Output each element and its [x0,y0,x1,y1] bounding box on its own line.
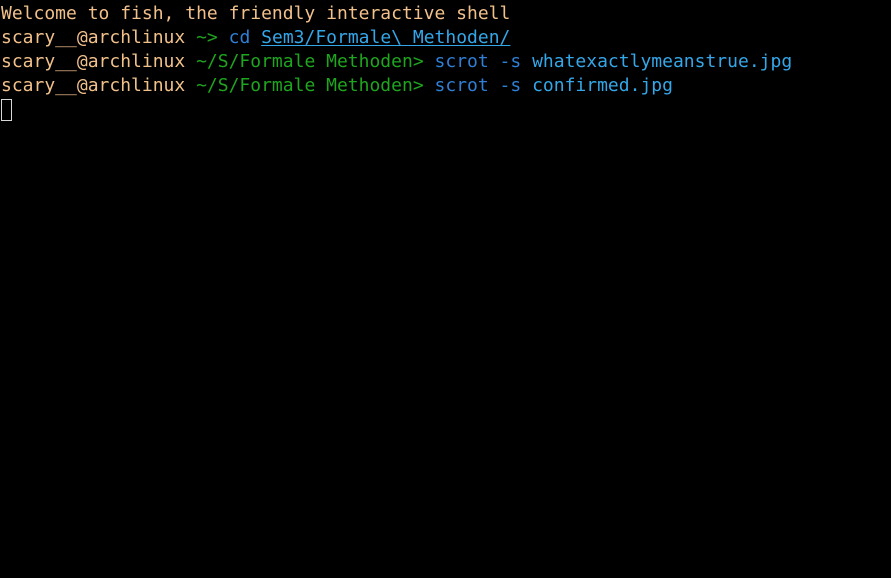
prompt-line: scary__@archlinux ~/S/Formale Methoden> … [0,74,891,98]
prompt-cwd: ~ [196,27,207,48]
prompt-user-host: scary__@archlinux [1,75,186,96]
prompt-line: scary__@archlinux ~> cd Sem3/Formale\ Me… [0,26,891,50]
command-name: cd [228,27,251,48]
input-line[interactable] [0,98,891,122]
command-name: scrot [434,75,489,96]
command-option: -s [499,51,522,72]
terminal-window[interactable]: Welcome to fish, the friendly interactiv… [0,0,891,578]
prompt-cwd: ~/S/Formale Methoden [196,75,413,96]
command-argument: whatexactlymeanstrue.jpg [532,51,793,72]
prompt-cwd: ~/S/Formale Methoden [196,51,413,72]
prompt-char: > [412,75,424,96]
prompt-line: scary__@archlinux ~/S/Formale Methoden> … [0,50,891,74]
welcome-line: Welcome to fish, the friendly interactiv… [0,2,891,26]
prompt-char: > [412,51,424,72]
prompt-char: > [206,27,218,48]
welcome-message: Welcome to fish, the friendly interactiv… [1,3,511,24]
command-argument-path[interactable]: Sem3/Formale\ Methoden/ [261,27,510,48]
command-option: -s [499,75,522,96]
prompt-user-host: scary__@archlinux [1,27,186,48]
command-name: scrot [434,51,489,72]
command-argument: confirmed.jpg [532,75,673,96]
prompt-user-host: scary__@archlinux [1,51,186,72]
cursor-block [1,99,12,121]
